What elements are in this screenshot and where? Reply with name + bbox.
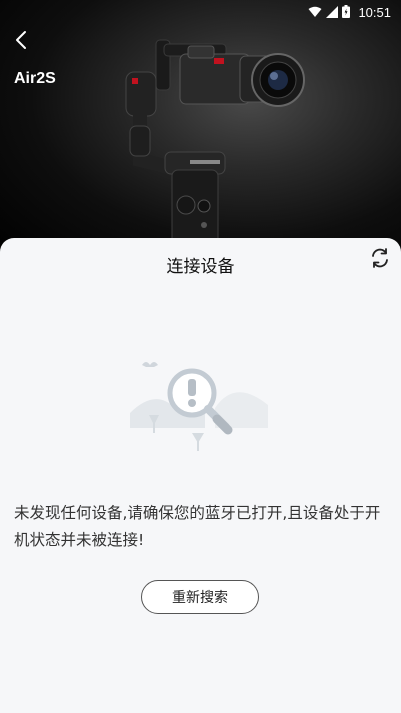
status-bar: 10:51 — [0, 0, 401, 22]
refresh-icon — [372, 248, 388, 268]
wifi-icon — [308, 3, 322, 22]
battery-icon — [342, 3, 351, 22]
chevron-left-icon — [16, 31, 26, 49]
device-name: Air2S — [14, 70, 56, 87]
back-button[interactable] — [8, 26, 34, 54]
sheet-title: 连接设备 — [166, 257, 235, 277]
product-hero-banner: 10:51 Air2S — [0, 0, 401, 260]
cellular-signal-icon — [326, 3, 339, 22]
status-icons: 10:51 — [308, 3, 391, 22]
search-not-found-illustration — [130, 362, 268, 451]
status-time: 10:51 — [358, 5, 391, 20]
refresh-button[interactable] — [369, 247, 391, 269]
gimbal-camera-image — [125, 39, 305, 260]
rescan-button[interactable]: 重新搜索 — [141, 580, 259, 614]
connect-device-sheet: 连接设备 未发现任何设备,请确保您的蓝牙已打开,且设备处于开机状态并未被连接! … — [0, 238, 401, 713]
no-device-message: 未发现任何设备,请确保您的蓝牙已打开,且设备处于开机状态并未被连接! — [14, 504, 381, 549]
